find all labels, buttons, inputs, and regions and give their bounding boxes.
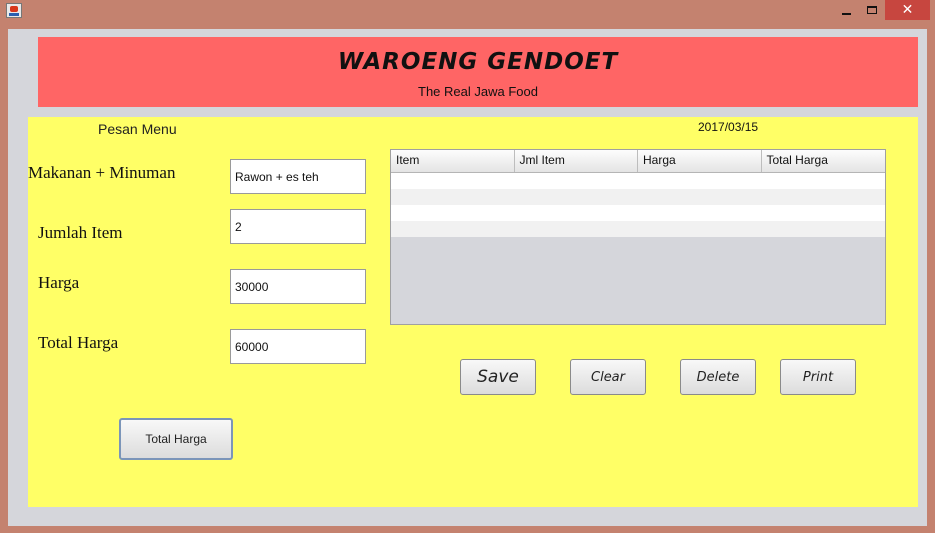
order-table[interactable]: Item Jml Item Harga Total Harga bbox=[390, 149, 886, 325]
harga-label: Harga bbox=[38, 273, 80, 292]
window-titlebar: ✕ bbox=[0, 0, 935, 22]
column-header-jml-item[interactable]: Jml Item bbox=[515, 150, 638, 172]
harga-field[interactable] bbox=[230, 269, 366, 304]
table-row[interactable] bbox=[391, 173, 885, 189]
maximize-icon bbox=[867, 6, 877, 14]
java-cup-icon bbox=[6, 3, 22, 18]
clear-button[interactable]: Clear bbox=[570, 359, 646, 395]
app-title: WAROENG GENDOET bbox=[337, 49, 619, 75]
app-subtitle: The Real Jawa Food bbox=[418, 84, 538, 99]
column-header-total-harga[interactable]: Total Harga bbox=[762, 150, 886, 172]
table-row[interactable] bbox=[391, 205, 885, 221]
jumlah-field[interactable] bbox=[230, 209, 366, 244]
print-button[interactable]: Print bbox=[780, 359, 856, 395]
minimize-button[interactable] bbox=[833, 0, 859, 20]
save-button[interactable]: Save bbox=[460, 359, 536, 395]
delete-button[interactable]: Delete bbox=[680, 359, 756, 395]
order-date: 2017/03/15 bbox=[698, 120, 759, 134]
total-harga-label: Total Harga bbox=[38, 333, 119, 352]
total-harga-button[interactable]: Total Harga bbox=[119, 418, 233, 460]
makanan-label: Makanan + Minuman bbox=[28, 163, 176, 182]
total-harga-field[interactable] bbox=[230, 329, 366, 364]
maximize-button[interactable] bbox=[859, 0, 885, 20]
order-panel: Pesan Menu 2017/03/15 Makanan + Minuman … bbox=[28, 117, 918, 507]
makanan-field[interactable] bbox=[230, 159, 366, 194]
window-content: WAROENG GENDOET The Real Jawa Food Pesan… bbox=[8, 29, 927, 526]
minimize-icon bbox=[841, 13, 851, 15]
header-banner: WAROENG GENDOET The Real Jawa Food bbox=[38, 37, 918, 107]
jumlah-label: Jumlah Item bbox=[38, 223, 123, 242]
table-row[interactable] bbox=[391, 221, 885, 237]
table-row[interactable] bbox=[391, 189, 885, 205]
column-header-item[interactable]: Item bbox=[391, 150, 515, 172]
table-header: Item Jml Item Harga Total Harga bbox=[391, 150, 885, 173]
column-header-harga[interactable]: Harga bbox=[638, 150, 762, 172]
panel-title: Pesan Menu bbox=[98, 121, 177, 137]
close-button[interactable]: ✕ bbox=[885, 0, 930, 20]
